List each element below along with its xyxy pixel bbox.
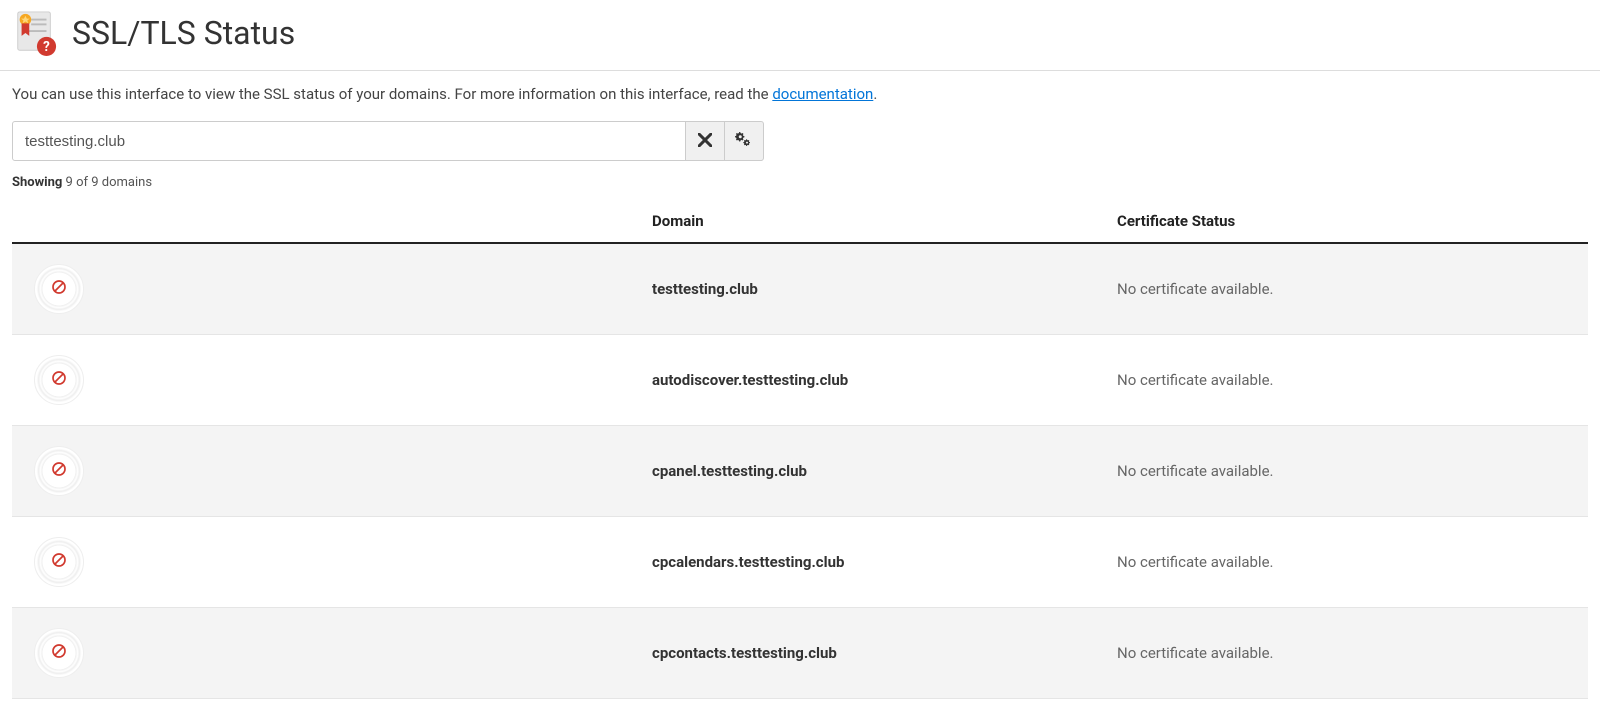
page-title: SSL/TLS Status: [72, 14, 295, 52]
intro-text-after: .: [873, 85, 877, 103]
prohibited-icon: [51, 643, 67, 663]
svg-text:?: ?: [43, 40, 50, 55]
page-header: ? SSL/TLS Status: [0, 0, 1600, 71]
no-cert-status-badge: [34, 446, 84, 496]
search-input[interactable]: [12, 121, 686, 161]
no-cert-status-badge: [34, 355, 84, 405]
domain-name: cpcontacts.testtesting.club: [652, 644, 837, 662]
cell-cert-status: No certificate available.: [1107, 243, 1588, 335]
showing-rest: 9 of 9 domains: [62, 175, 152, 190]
showing-label: Showing: [12, 175, 62, 190]
cell-domain: testtesting.club: [642, 243, 1107, 335]
prohibited-icon: [51, 552, 67, 572]
prohibited-icon: [51, 461, 67, 481]
cell-cert-status: No certificate available.: [1107, 608, 1588, 699]
col-header-empty: [12, 200, 642, 243]
no-cert-status-badge: [34, 264, 84, 314]
cell-domain: autodiscover.testtesting.club: [642, 335, 1107, 426]
prohibited-icon: [51, 370, 67, 390]
settings-button[interactable]: [724, 121, 764, 161]
ssl-status-icon: ?: [12, 10, 58, 56]
gear-icon: [735, 131, 753, 152]
cell-cert-status: No certificate available.: [1107, 335, 1588, 426]
cell-cert-status: No certificate available.: [1107, 517, 1588, 608]
documentation-link[interactable]: documentation: [772, 85, 873, 103]
search-toolbar: [12, 121, 1588, 161]
domain-name: autodiscover.testtesting.club: [652, 371, 848, 389]
cell-domain: cpanel.testtesting.club: [642, 426, 1107, 517]
table-row: cpcontacts.testtesting.club No certifica…: [12, 608, 1588, 699]
no-cert-status-badge: [34, 628, 84, 678]
table-row: autodiscover.testtesting.club No certifi…: [12, 335, 1588, 426]
table-row: cpcalendars.testtesting.club No certific…: [12, 517, 1588, 608]
domains-table: Domain Certificate Status testtesting.cl…: [12, 200, 1588, 699]
cell-domain: cpcontacts.testtesting.club: [642, 608, 1107, 699]
col-header-domain: Domain: [642, 200, 1107, 243]
domain-name: cpcalendars.testtesting.club: [652, 553, 844, 571]
domain-name: cpanel.testtesting.club: [652, 462, 807, 480]
table-row: cpanel.testtesting.club No certificate a…: [12, 426, 1588, 517]
intro-text-before: You can use this interface to view the S…: [12, 85, 772, 103]
table-row: testtesting.club No certificate availabl…: [12, 243, 1588, 335]
domain-name: testtesting.club: [652, 280, 758, 298]
no-cert-status-badge: [34, 537, 84, 587]
intro-text: You can use this interface to view the S…: [12, 85, 1588, 103]
col-header-cert-status: Certificate Status: [1107, 200, 1588, 243]
cell-domain: cpcalendars.testtesting.club: [642, 517, 1107, 608]
prohibited-icon: [51, 279, 67, 299]
cell-cert-status: No certificate available.: [1107, 426, 1588, 517]
close-icon: [698, 133, 712, 150]
clear-search-button[interactable]: [685, 121, 725, 161]
showing-count: Showing 9 of 9 domains: [12, 175, 1588, 190]
